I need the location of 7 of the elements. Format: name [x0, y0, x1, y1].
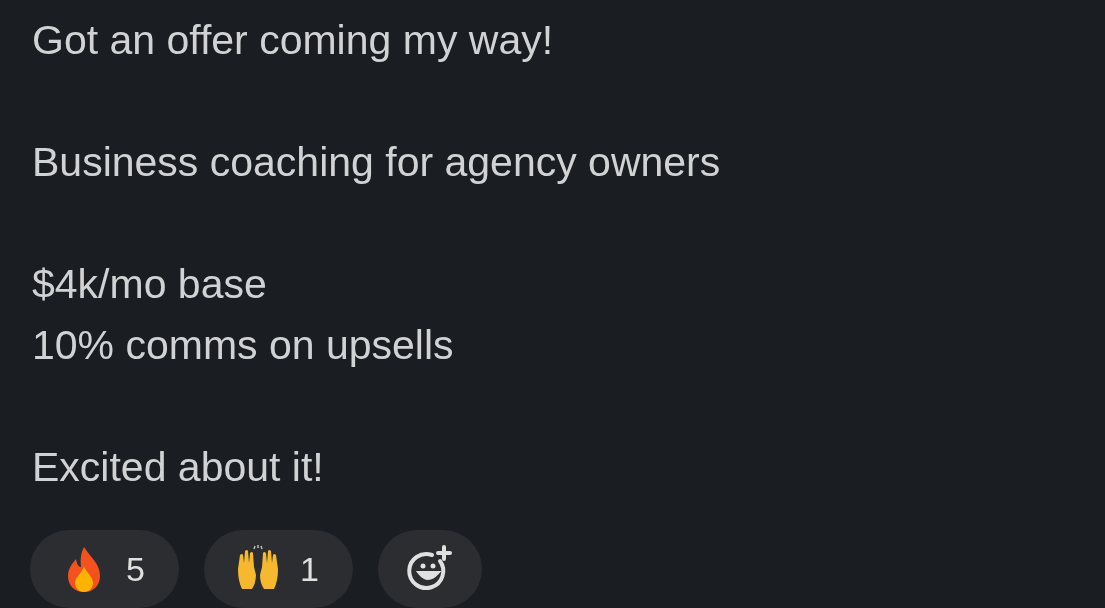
- message-paragraph: $4k/mo base 10% comms on upsells: [32, 260, 455, 370]
- message-paragraph: Excited about it!: [32, 443, 325, 492]
- reaction-button[interactable]: 5: [30, 530, 179, 608]
- message-paragraph: Got an offer coming my way!: [32, 16, 555, 65]
- reaction-button[interactable]: 1: [203, 530, 353, 608]
- add-reaction-icon: [405, 545, 454, 593]
- message-paragraph: Business coaching for agency owners: [32, 138, 722, 187]
